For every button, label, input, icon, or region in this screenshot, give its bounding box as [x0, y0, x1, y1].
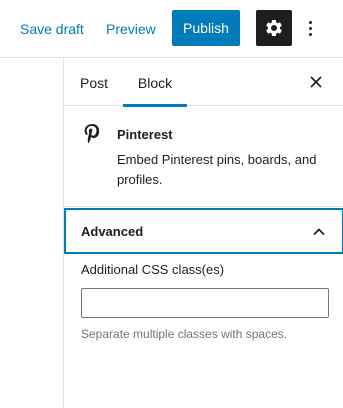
advanced-panel-toggle[interactable]: Advanced	[64, 208, 343, 254]
tab-block[interactable]: Block	[123, 58, 187, 107]
advanced-panel-title: Advanced	[81, 224, 144, 239]
tab-post[interactable]: Post	[80, 58, 108, 106]
more-options-button[interactable]	[300, 14, 320, 42]
publish-button[interactable]: Publish	[172, 10, 240, 46]
editor-header: Save draft Preview Publish	[0, 0, 343, 58]
close-sidebar-button[interactable]	[304, 70, 328, 94]
block-card: Pinterest Embed Pinterest pins, boards, …	[64, 106, 343, 207]
settings-sidebar: Post Block Pinterest Embed Pinterest pin…	[63, 58, 343, 408]
css-class-input[interactable]	[81, 288, 329, 318]
chevron-up-icon	[313, 228, 325, 236]
sidebar-tabs: Post Block	[64, 58, 343, 107]
gear-icon	[266, 19, 282, 36]
pinterest-icon	[84, 124, 100, 144]
more-vertical-icon	[308, 20, 312, 24]
close-icon	[310, 76, 322, 88]
css-class-help-text: Separate multiple classes with spaces.	[81, 327, 288, 341]
settings-button[interactable]	[256, 10, 292, 46]
preview-button[interactable]: Preview	[106, 19, 156, 39]
save-draft-button[interactable]: Save draft	[20, 19, 84, 39]
css-class-label: Additional CSS class(es)	[81, 262, 225, 277]
block-title: Pinterest	[117, 127, 173, 142]
block-description: Embed Pinterest pins, boards, and profil…	[117, 152, 317, 187]
